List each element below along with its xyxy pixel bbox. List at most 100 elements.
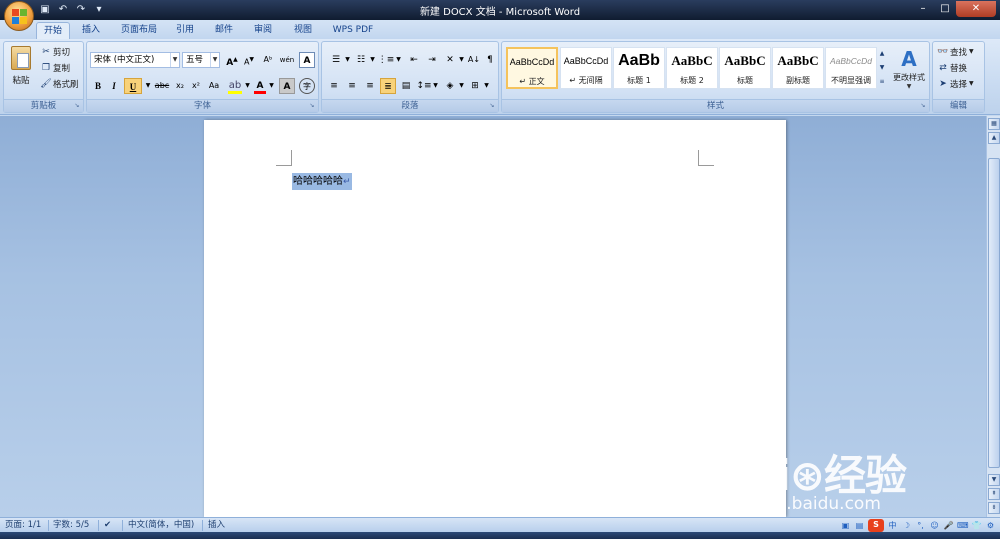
paste-button[interactable]: 粘贴 [9, 46, 33, 96]
close-button[interactable]: ✕ [956, 1, 996, 17]
copy-button[interactable]: ❐ 复制 [39, 60, 70, 75]
vertical-scrollbar[interactable]: ▦ ▲ ▼ ⇞ ⇟ [986, 116, 1000, 517]
style-heading-2[interactable]: AaBbC 标题 2 [666, 47, 718, 89]
scroll-up-icon[interactable]: ▲ [988, 132, 1000, 144]
font-size-combo[interactable]: 五号 ▼ [182, 52, 220, 68]
decrease-indent-button[interactable]: ⇤ [406, 52, 422, 68]
chevron-down-icon[interactable]: ▼ [395, 52, 402, 68]
settings-icon[interactable]: ⚙ [985, 520, 996, 531]
chevron-down-icon[interactable]: ▼ [244, 78, 251, 94]
chevron-down-icon[interactable]: ▼ [483, 78, 490, 94]
enclose-char-button[interactable]: 字 [299, 78, 315, 94]
numbering-button[interactable]: ☷ [352, 52, 370, 68]
expand-gallery-icon[interactable]: ≡ [878, 75, 886, 89]
cut-button[interactable]: ✂ 剪切 [39, 44, 70, 59]
font-name-combo[interactable]: 宋体 (中文正文) ▼ [90, 52, 180, 68]
bullets-button[interactable]: ☰ [326, 52, 346, 68]
chevron-down-icon[interactable]: ▼ [144, 78, 152, 94]
office-button[interactable] [4, 1, 34, 31]
change-case-button[interactable]: Aa [206, 78, 222, 94]
clipboard-launcher-icon[interactable]: ↘ [73, 102, 81, 110]
ime-mode-icon[interactable]: 中 [887, 520, 898, 531]
chevron-down-icon[interactable]: ▼ [210, 53, 219, 67]
style-gallery-scroll[interactable]: ▲ ▼ ≡ [878, 47, 886, 89]
align-center-button[interactable]: ≡ [344, 78, 360, 94]
chevron-down-icon[interactable]: ▼ [878, 61, 886, 75]
chevron-down-icon[interactable]: ▼ [432, 78, 439, 94]
bold-button[interactable]: B [92, 78, 104, 94]
ruler-toggle-icon[interactable]: ▦ [988, 118, 1000, 130]
grow-font-button[interactable]: A▲ [224, 52, 240, 68]
style-subtitle[interactable]: AaBbC 副标题 [772, 47, 824, 89]
chevron-down-icon[interactable]: ▼ [170, 53, 179, 67]
strikethrough-button[interactable]: abc [153, 78, 171, 94]
moon-icon[interactable]: ☽ [901, 520, 912, 531]
highlight-button[interactable]: ab [227, 78, 243, 94]
tab-references[interactable]: 引用 [170, 22, 200, 39]
style-no-spacing[interactable]: AaBbCcDd ↵ 无间隔 [560, 47, 612, 89]
tab-mailings[interactable]: 邮件 [209, 22, 239, 39]
chevron-up-icon[interactable]: ▲ [878, 47, 886, 61]
chevron-down-icon[interactable]: ▼ [458, 52, 465, 68]
increase-indent-button[interactable]: ⇥ [424, 52, 440, 68]
previous-page-icon[interactable]: ⇞ [988, 488, 1000, 500]
sogou-ime-icon[interactable]: S [868, 519, 884, 532]
style-subtle-emphasis[interactable]: AaBbCcDd 不明显强调 [825, 47, 877, 89]
tab-wps-pdf[interactable]: WPS PDF [326, 22, 380, 39]
line-spacing-button[interactable]: ↕≡ [416, 78, 432, 94]
punctuation-icon[interactable]: °, [915, 520, 926, 531]
style-normal[interactable]: AaBbCcDd ↵ 正文 [506, 47, 558, 89]
paragraph-launcher-icon[interactable]: ↘ [488, 102, 496, 110]
font-launcher-icon[interactable]: ↘ [308, 102, 316, 110]
minimize-button[interactable]: – [912, 1, 934, 17]
chevron-down-icon[interactable]: ▼ [458, 78, 465, 94]
align-left-button[interactable]: ≡ [326, 78, 342, 94]
maximize-button[interactable]: □ [934, 1, 956, 17]
document-page[interactable]: 哈哈哈哈哈↵ [204, 120, 786, 517]
chevron-down-icon[interactable]: ▼ [369, 52, 376, 68]
tab-review[interactable]: 审阅 [248, 22, 278, 39]
sort-button[interactable]: A↓ [467, 52, 481, 68]
view-print-layout-icon[interactable]: ▣ [840, 520, 851, 531]
asian-layout-button[interactable]: ✕ [442, 52, 458, 68]
insert-mode-indicator[interactable]: 插入 [208, 518, 225, 533]
subscript-button[interactable]: x₂ [173, 78, 187, 94]
page-count[interactable]: 页面: 1/1 [5, 518, 41, 533]
tab-home[interactable]: 开始 [36, 22, 70, 39]
shrink-font-button[interactable]: A▼ [241, 52, 257, 68]
keyboard-icon[interactable]: ⌨ [957, 520, 969, 531]
scrollbar-thumb[interactable] [988, 158, 1000, 468]
language-indicator[interactable]: 中文(简体，中国) [128, 518, 194, 533]
tab-page-layout[interactable]: 页面布局 [114, 22, 164, 39]
view-reading-icon[interactable]: ▤ [854, 520, 865, 531]
align-right-button[interactable]: ≡ [362, 78, 378, 94]
word-count[interactable]: 字数: 5/5 [53, 518, 89, 533]
underline-button[interactable]: U [124, 78, 142, 94]
shading-button[interactable]: ◈ [442, 78, 458, 94]
selected-text[interactable]: 哈哈哈哈哈↵ [292, 173, 352, 190]
char-border-button[interactable]: A [299, 52, 315, 68]
find-button[interactable]: 👓 查找 ▼ [936, 44, 973, 59]
distributed-button[interactable]: ▤ [398, 78, 414, 94]
tab-view[interactable]: 视图 [288, 22, 318, 39]
superscript-button[interactable]: x² [189, 78, 203, 94]
style-title[interactable]: AaBbC 标题 [719, 47, 771, 89]
format-painter-button[interactable]: 🖌 格式刷 [39, 76, 78, 91]
show-marks-button[interactable]: ¶ [483, 52, 497, 68]
chevron-down-icon[interactable]: ▼ [268, 78, 275, 94]
tab-insert[interactable]: 插入 [76, 22, 106, 39]
clear-format-button[interactable]: Aᵇ [260, 52, 276, 68]
styles-launcher-icon[interactable]: ↘ [919, 102, 927, 110]
skin-icon[interactable]: 👕 [971, 520, 982, 531]
microphone-icon[interactable]: 🎤 [943, 520, 954, 531]
char-shading-button[interactable]: A [279, 78, 295, 94]
phonetic-guide-button[interactable]: wén [278, 52, 296, 68]
font-color-button[interactable]: A [253, 78, 267, 94]
next-page-icon[interactable]: ⇟ [988, 502, 1000, 514]
select-button[interactable]: ➤ 选择 ▼ [936, 76, 973, 91]
italic-button[interactable]: I [108, 78, 120, 94]
scroll-down-icon[interactable]: ▼ [988, 474, 1000, 486]
proofing-icon[interactable]: ✔ [104, 518, 111, 533]
borders-button[interactable]: ⊞ [467, 78, 483, 94]
multilevel-list-button[interactable]: ⋮≡ [377, 52, 395, 68]
